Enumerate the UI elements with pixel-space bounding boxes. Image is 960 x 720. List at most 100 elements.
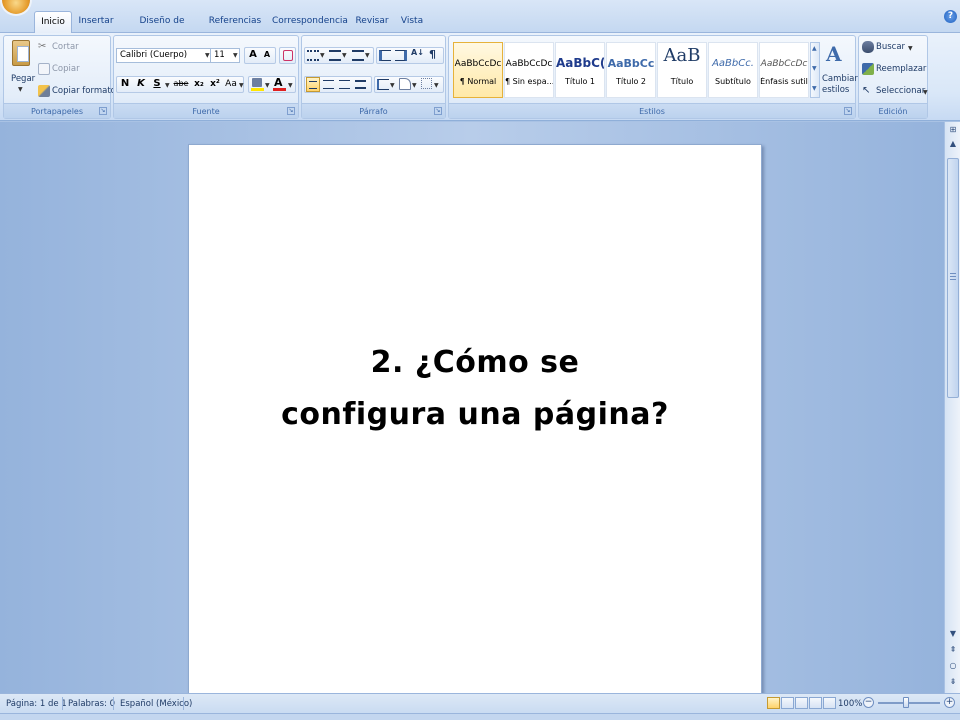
style-subtitulo[interactable]: AaBbCc. Subtítulo (708, 42, 758, 98)
decrease-indent-icon[interactable] (379, 50, 391, 61)
shrink-font-button[interactable]: A (260, 47, 274, 63)
word-count[interactable]: Palabras: 0 (68, 699, 115, 709)
gallery-more-icon[interactable]: ▼ (812, 85, 817, 92)
zoom-in-icon[interactable]: + (944, 697, 955, 708)
help-icon[interactable]: ? (944, 10, 957, 23)
style-name: Subtítulo (715, 77, 751, 86)
clipboard-group-label: Portapapeles (4, 103, 110, 118)
chevron-down-icon: ▼ (239, 82, 244, 89)
align-right-icon[interactable] (339, 80, 350, 89)
print-layout-view-icon[interactable] (767, 697, 780, 709)
bold-button[interactable]: N (118, 76, 132, 92)
shading-icon[interactable] (399, 78, 411, 90)
zoom-level[interactable]: 100% (838, 699, 862, 709)
vertical-scrollbar[interactable]: ⊞ ▲ ▼ ⇞ ○ ⇟ (944, 122, 960, 693)
superscript-button[interactable]: x² (208, 76, 222, 92)
align-center-icon[interactable] (323, 80, 334, 89)
chevron-up-icon[interactable]: ▲ (812, 45, 817, 52)
clear-format-button[interactable] (279, 47, 296, 64)
multilevel-list-icon[interactable] (352, 50, 364, 61)
style-titulo-2[interactable]: AaBbCc Título 2 (606, 42, 656, 98)
grow-font-button[interactable]: A (246, 47, 260, 63)
font-launcher-icon[interactable]: ↘ (287, 107, 295, 115)
find-button[interactable]: Buscar ▼ (862, 41, 926, 55)
tab-referencias[interactable]: Referencias (207, 11, 263, 33)
language-indicator[interactable]: Español (México) (120, 699, 192, 709)
next-page-icon[interactable]: ⇟ (947, 676, 959, 688)
replace-button[interactable]: Reemplazar (862, 63, 926, 77)
office-button-icon[interactable] (2, 0, 30, 14)
align-left-icon[interactable] (306, 77, 320, 92)
subscript-button[interactable]: x₂ (192, 76, 206, 92)
increase-indent-icon[interactable] (395, 50, 407, 61)
outline-view-icon[interactable] (809, 697, 822, 709)
style-enfasis-sutil[interactable]: AaBbCcDc Énfasis sutil (759, 42, 809, 98)
chevron-down-icon: ▼ (205, 52, 210, 59)
pilcrow-icon[interactable]: ¶ (429, 48, 441, 62)
styles-gallery-scroll[interactable]: ▲ ▼ ▼ (810, 42, 820, 98)
web-layout-icon[interactable] (795, 697, 808, 709)
underline-button[interactable]: S (150, 76, 164, 92)
copy-label: Copiar (52, 64, 80, 74)
styles-group-label: Estilos (449, 103, 855, 118)
group-font: Calibri (Cuerpo) ▼ 11 ▼ A A N K S ▼ abe … (113, 35, 299, 119)
zoom-slider-track[interactable] (878, 702, 940, 704)
clipboard-launcher-icon[interactable]: ↘ (99, 107, 107, 115)
font-name-select[interactable]: Calibri (Cuerpo) (116, 48, 212, 63)
change-styles-button[interactable]: A Cambiar estilos (822, 40, 858, 100)
chevron-down-icon: ▼ (412, 82, 417, 89)
highlight-button[interactable]: ▼ (251, 78, 271, 92)
style-titulo[interactable]: AaB Título (657, 42, 707, 98)
bullets-icon[interactable] (307, 50, 319, 61)
document-text[interactable]: 2. ¿Cómo se configura una página? (189, 337, 761, 441)
numbering-icon[interactable] (329, 50, 341, 61)
sort-icon[interactable]: A↓ (411, 48, 424, 62)
cut-button[interactable]: ✂ Cortar (38, 41, 98, 55)
styles-launcher-icon[interactable]: ↘ (844, 107, 852, 115)
document-page[interactable]: 2. ¿Cómo se configura una página? (188, 144, 762, 704)
paste-button[interactable]: Pegar ▼ (6, 38, 36, 100)
scrollbar-thumb[interactable] (947, 158, 959, 398)
paragraph-group-label: Párrafo (302, 103, 445, 118)
style-normal[interactable]: AaBbCcDc ¶ Normal (453, 42, 503, 98)
strikethrough-button[interactable]: abe (172, 76, 190, 92)
tab-inicio[interactable]: Inicio (34, 11, 72, 33)
chevron-up-icon[interactable]: ▲ (947, 138, 959, 150)
borders-icon[interactable] (421, 78, 432, 89)
tab-insertar[interactable]: Insertar (76, 11, 116, 33)
style-titulo-1[interactable]: AaBbC( Título 1 (555, 42, 605, 98)
chevron-down-icon[interactable]: ▼ (947, 628, 959, 640)
zoom-out-icon[interactable]: − (863, 697, 874, 708)
italic-button[interactable]: K (134, 76, 148, 92)
ruler-toggle-icon[interactable]: ⊞ (947, 124, 959, 136)
style-name: ¶ Normal (459, 77, 497, 86)
justify-icon[interactable] (355, 80, 366, 89)
copy-button[interactable]: Copiar (38, 63, 98, 77)
line-spacing-icon[interactable] (377, 79, 389, 90)
taskbar-strip (0, 713, 960, 720)
page-count[interactable]: Página: 1 de 1 (6, 699, 67, 709)
tab-correspondencia[interactable]: Correspondencia (272, 11, 348, 33)
document-area[interactable]: 2. ¿Cómo se configura una página? (0, 122, 944, 704)
style-name: ¶ Sin espa... (505, 77, 553, 86)
change-styles-label-2: estilos (822, 85, 850, 95)
zoom-slider-thumb[interactable] (903, 697, 909, 708)
scissors-icon: ✂ (38, 41, 47, 52)
replace-icon (862, 63, 874, 75)
tab-vista[interactable]: Vista (398, 11, 426, 33)
format-painter-button[interactable]: Copiar formato (38, 85, 116, 99)
select-button[interactable]: ↖ Seleccionar ▼ (862, 85, 928, 99)
chevron-down-icon[interactable]: ▼ (812, 65, 817, 72)
change-case-button[interactable]: Aa (224, 76, 238, 92)
draft-view-icon[interactable] (823, 697, 836, 709)
full-screen-reading-icon[interactable] (781, 697, 794, 709)
chevron-down-icon: ▼ (320, 52, 325, 59)
previous-page-icon[interactable]: ⇞ (947, 644, 959, 656)
style-sin-espaciado[interactable]: AaBbCcDc ¶ Sin espa... (504, 42, 554, 98)
tab-revisar[interactable]: Revisar (352, 11, 392, 33)
browse-object-icon[interactable]: ○ (947, 660, 959, 672)
chevron-down-icon: ▼ (18, 86, 23, 93)
font-color-button[interactable]: A ▼ (273, 76, 295, 92)
paragraph-launcher-icon[interactable]: ↘ (434, 107, 442, 115)
tab-diseno-de-pagina[interactable]: Diseño de página (124, 11, 200, 46)
